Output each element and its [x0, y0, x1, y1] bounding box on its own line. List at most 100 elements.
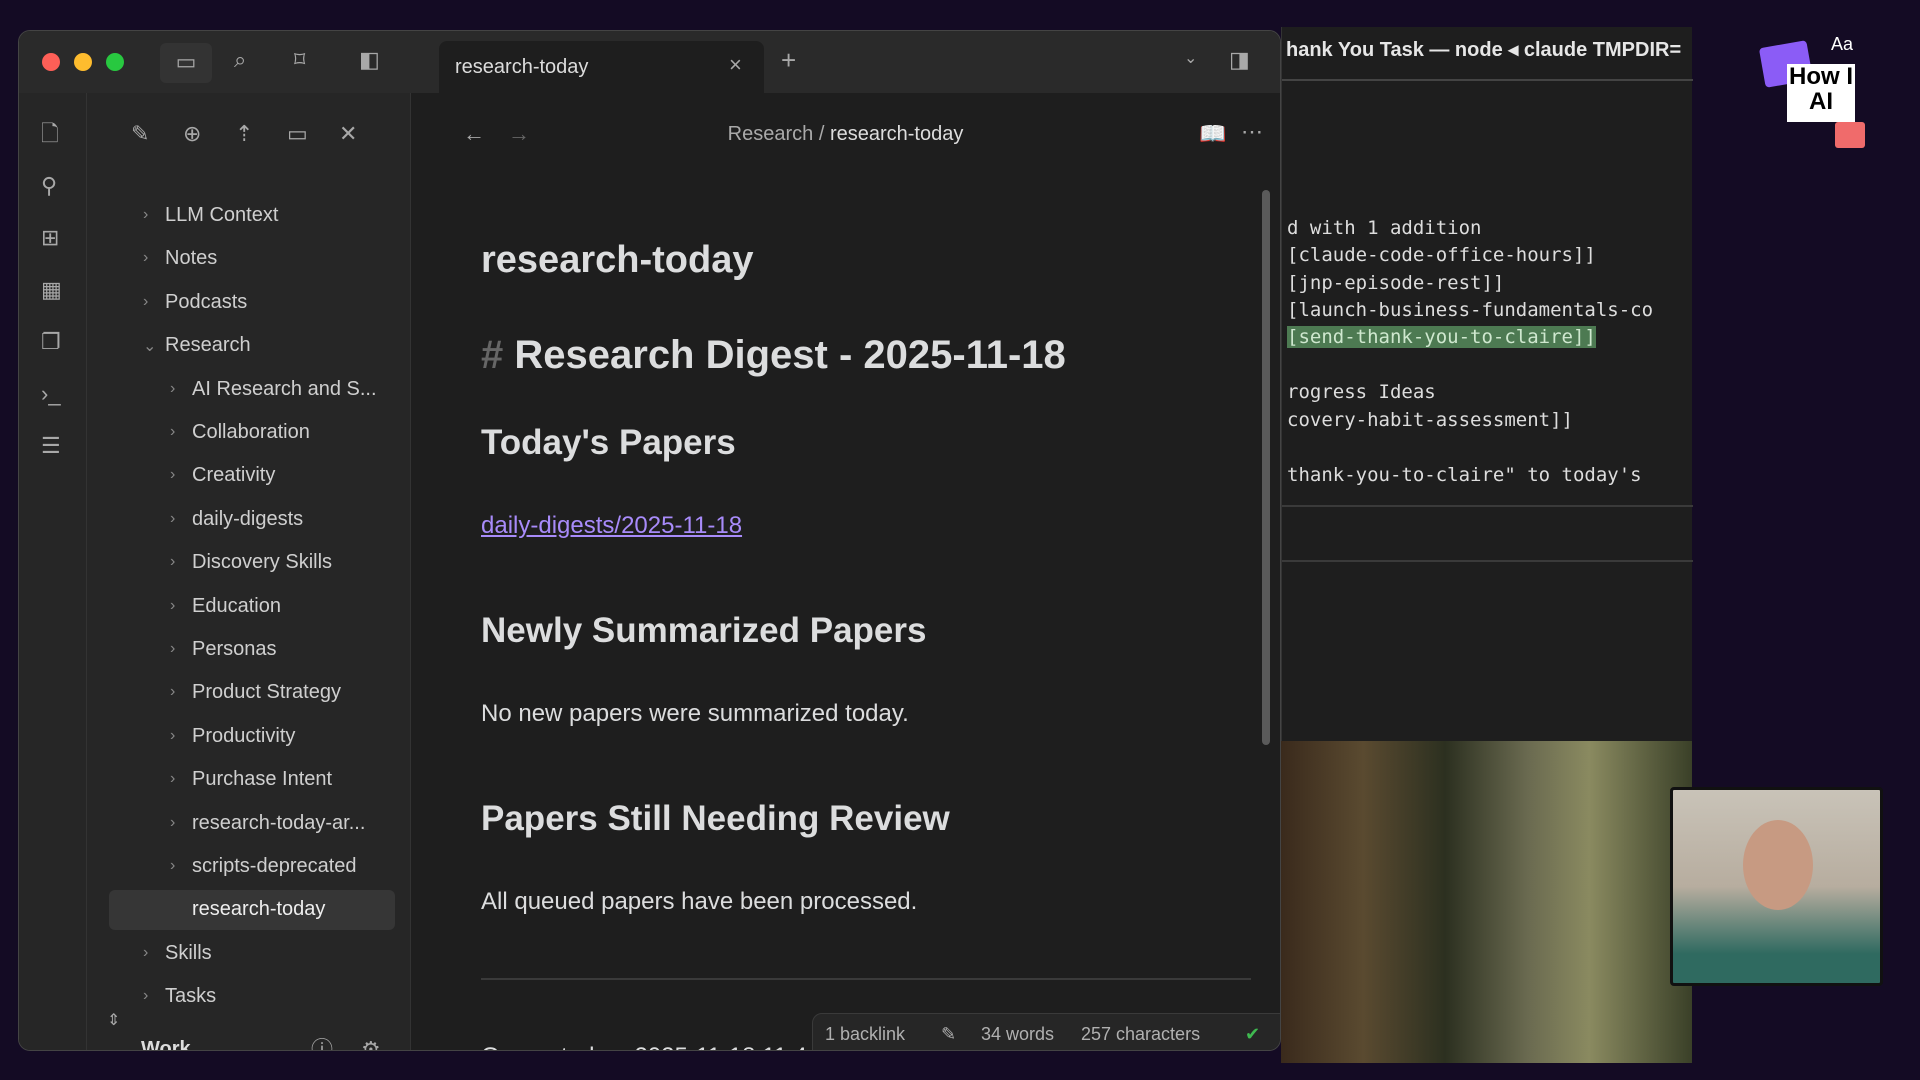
collapse-all-icon[interactable]: ✕ [339, 123, 357, 145]
search-icon[interactable]: ⌕ [234, 49, 246, 71]
chevron-right-icon[interactable]: › [170, 553, 175, 571]
chevron-right-icon[interactable]: › [170, 683, 175, 701]
backlinks-count[interactable]: 1 backlink [825, 1024, 905, 1045]
vault-switcher-icon[interactable]: ⇕ [107, 1013, 120, 1029]
terminal-line-highlight: [send-thank-you-to-claire]] [1287, 326, 1596, 348]
graph-icon[interactable]: ⚲ [41, 175, 57, 197]
more-options-icon[interactable]: ⋯ [1241, 121, 1263, 143]
scrollbar[interactable] [1262, 190, 1270, 745]
folder-item[interactable]: LLM Context [165, 204, 278, 227]
terminal-line: d with 1 addition [1287, 217, 1693, 239]
heading-1-text: Research Digest - 2025-11-18 [514, 333, 1065, 377]
folder-item[interactable]: AI Research and S... [192, 378, 377, 401]
folder-item[interactable]: Creativity [192, 464, 275, 487]
sync-status-icon[interactable]: ✔ [1245, 1024, 1260, 1045]
webcam-video [1670, 787, 1883, 986]
folder-item[interactable]: Podcasts [165, 291, 247, 314]
character-count: 257 characters [1081, 1024, 1200, 1045]
chevron-right-icon[interactable]: › [170, 727, 175, 745]
daily-digest-link[interactable]: daily-digests/2025-11-18 [481, 512, 742, 540]
heading-1[interactable]: # Research Digest - 2025-11-18 [481, 333, 1066, 378]
close-window-button[interactable] [42, 53, 60, 71]
right-sidebar-toggle-icon[interactable]: ◨ [1229, 49, 1250, 71]
terminal-line: [jnp-episode-rest]] [1287, 272, 1693, 294]
chevron-right-icon[interactable]: › [170, 380, 175, 398]
folder-item[interactable]: Purchase Intent [192, 768, 332, 791]
folder-item[interactable]: Collaboration [192, 421, 310, 444]
copy-icon[interactable]: ❐ [41, 331, 61, 353]
divider [1282, 505, 1693, 507]
tab-title: research-today [455, 56, 588, 79]
file-item[interactable]: research-today [192, 898, 325, 921]
terminal-line: [launch-business-fundamentals-co [1287, 299, 1693, 321]
new-note-icon[interactable]: ✎ [131, 123, 149, 145]
chevron-right-icon[interactable]: › [170, 814, 175, 832]
edit-mode-icon[interactable]: ✎ [941, 1024, 956, 1045]
breadcrumb-parent[interactable]: Research [728, 123, 814, 145]
status-bar: 1 backlink ✎ 34 words 257 characters ✔ [812, 1013, 1281, 1051]
chevron-right-icon[interactable]: › [143, 249, 148, 267]
note-title[interactable]: research-today [481, 239, 753, 282]
folder-item[interactable]: Productivity [192, 725, 295, 748]
chevron-right-icon[interactable]: › [143, 206, 148, 224]
terminal-title: hank You Task — node ◂ claude TMPDIR= [1282, 37, 1693, 62]
terminal-line: thank-you-to-claire" to today's [1287, 464, 1693, 486]
terminal-line: covery-habit-assessment]] [1287, 409, 1693, 431]
chevron-right-icon[interactable]: › [170, 423, 175, 441]
terminal-icon[interactable]: ›_ [41, 383, 61, 405]
folder-item[interactable]: Education [192, 595, 281, 618]
vault-name[interactable]: Work [141, 1038, 191, 1051]
chevron-right-icon[interactable]: › [170, 640, 175, 658]
divider [1282, 79, 1693, 81]
folder-item[interactable]: Notes [165, 247, 217, 270]
help-icon[interactable]: ⓘ [311, 1039, 333, 1051]
chevron-right-icon[interactable]: › [170, 597, 175, 615]
folder-item[interactable]: Product Strategy [192, 681, 341, 704]
horizontal-rule [481, 978, 1251, 980]
how-i-ai-logo: Aa How I AI [1757, 34, 1887, 154]
heading-marker: # [481, 333, 503, 377]
new-tab-icon[interactable]: + [781, 47, 796, 73]
breadcrumb-sep: / [819, 123, 825, 145]
folder-item[interactable]: research-today-ar... [192, 812, 365, 835]
new-folder-icon[interactable]: ⊕ [183, 123, 201, 145]
file-search-icon[interactable]: 🗋 [41, 123, 59, 145]
folder-item[interactable]: Skills [165, 942, 212, 965]
list-icon[interactable]: ☰ [41, 435, 61, 457]
collapse-view-icon[interactable]: ▭ [287, 123, 308, 145]
chevron-right-icon[interactable]: › [143, 293, 148, 311]
chevron-right-icon[interactable]: › [143, 944, 148, 962]
chevron-down-icon[interactable]: ⌄ [143, 336, 156, 356]
maximize-window-button[interactable] [106, 53, 124, 71]
folder-item[interactable]: Personas [192, 638, 277, 661]
close-tab-icon[interactable]: × [729, 54, 742, 76]
chevron-right-icon[interactable]: › [170, 466, 175, 484]
logo-aa: Aa [1831, 34, 1853, 55]
folder-item[interactable]: daily-digests [192, 508, 303, 531]
folder-item[interactable]: Tasks [165, 985, 216, 1008]
minimize-window-button[interactable] [74, 53, 92, 71]
breadcrumb-current: research-today [830, 123, 963, 145]
sort-icon[interactable]: ⇡ [235, 123, 253, 145]
chevron-right-icon[interactable]: › [170, 510, 175, 528]
chevron-down-icon[interactable]: ⌄ [1184, 51, 1197, 67]
paragraph-all-processed: All queued papers have been processed. [481, 888, 917, 916]
divider [1282, 560, 1693, 562]
settings-icon[interactable]: ⚙ [361, 1039, 381, 1051]
folder-item[interactable]: scripts-deprecated [192, 855, 357, 878]
chevron-right-icon[interactable]: › [170, 857, 175, 875]
terminal-line: [claude-code-office-hours]] [1287, 244, 1693, 266]
sidebar-toggle-icon[interactable]: ◧ [359, 49, 380, 71]
chevron-right-icon[interactable]: › [143, 987, 148, 1005]
file-explorer: ✎ ⊕ ⇡ ▭ ✕ › LLM Context › Notes › Podcasts ⌄ Re… [87, 93, 411, 1050]
reading-view-icon[interactable]: 📖 [1199, 123, 1226, 145]
word-count: 34 words [981, 1024, 1054, 1045]
folder-item[interactable]: Research [165, 334, 251, 357]
chevron-right-icon[interactable]: › [170, 770, 175, 788]
folder-item[interactable]: Discovery Skills [192, 551, 332, 574]
tab-research-today[interactable]: research-today × [439, 41, 764, 93]
bookmark-icon[interactable]: ⌑ [294, 49, 305, 71]
canvas-icon[interactable]: ⊞ [41, 227, 59, 249]
calendar-icon[interactable]: ▦ [41, 279, 62, 301]
folder-icon[interactable]: ▭ [160, 43, 212, 83]
